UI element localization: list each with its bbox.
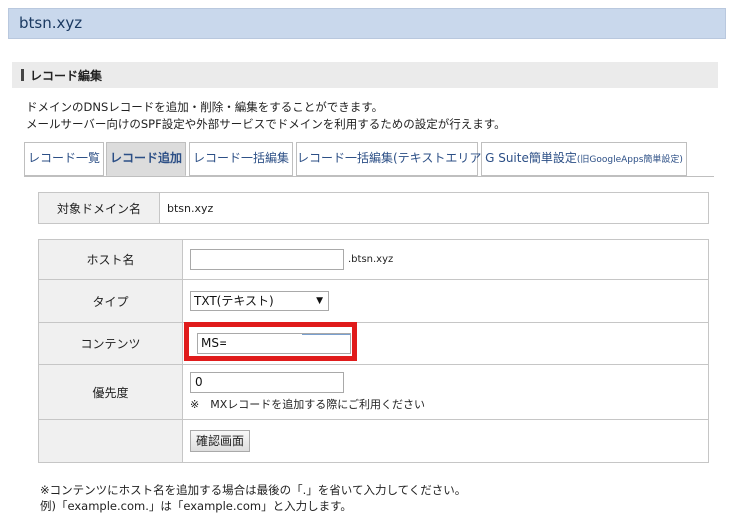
host-cell: .btsn.xyz [182, 239, 709, 280]
tab-gsuite-label: G Suite簡単設定 [485, 151, 577, 165]
record-tabs: レコード一覧 レコード追加 レコード一括編集 レコード一括編集(テキストエリア)… [24, 142, 714, 177]
content-redaction [226, 335, 302, 351]
dropdown-arrow-icon: ▼ [316, 296, 323, 306]
host-label: ホスト名 [38, 239, 183, 280]
target-domain-table: 対象ドメイン名 btsn.xyz [38, 192, 709, 224]
host-suffix: .btsn.xyz [348, 254, 394, 265]
host-input[interactable] [190, 249, 344, 270]
footer-note-1: ※コンテンツにホスト名を追加する場合は最後の「.」を省いて入力してください。 [40, 483, 467, 497]
tab-gsuite-sublabel: (旧GoogleApps簡単設定) [576, 155, 683, 165]
section-title: レコード編集 [30, 69, 103, 83]
priority-note: ※ MXレコードを追加する際にご利用ください [190, 398, 426, 411]
type-selected-value: TXT(テキスト) [194, 294, 274, 308]
content-focus-line [302, 333, 350, 335]
footer-note-2: 例)「example.com.」は「example.com」と入力します。 [40, 499, 352, 513]
confirm-label-cell [38, 419, 183, 463]
record-form-table: ホスト名 .btsn.xyz タイプ TXT(テキスト) ▼ コンテンツ MS= [38, 239, 709, 463]
type-select[interactable]: TXT(テキスト) ▼ [190, 291, 329, 311]
content-input[interactable]: MS= [197, 332, 351, 354]
content-input-value: MS= [201, 335, 230, 350]
confirm-button[interactable]: 確認画面 [190, 430, 251, 452]
tab-gsuite-setup[interactable]: G Suite簡単設定(旧GoogleApps簡単設定) [481, 142, 687, 176]
section-marker [21, 69, 24, 81]
confirm-cell: 確認画面 [182, 419, 709, 463]
content-cell: MS= [182, 321, 709, 365]
tab-record-bulk-edit-textarea[interactable]: レコード一括編集(テキストエリア) [296, 142, 486, 176]
target-domain-label: 対象ドメイン名 [38, 192, 160, 224]
priority-input[interactable]: 0 [190, 372, 344, 393]
target-domain-value: btsn.xyz [159, 192, 709, 224]
section-header: レコード編集 [12, 62, 718, 88]
domain-header: btsn.xyz [8, 8, 726, 39]
type-label: タイプ [38, 279, 183, 323]
priority-label: 優先度 [38, 364, 183, 420]
tab-record-bulk-edit[interactable]: レコード一括編集 [189, 142, 293, 176]
priority-cell: 0 ※ MXレコードを追加する際にご利用ください [182, 364, 709, 420]
description-line-1: ドメインのDNSレコードを追加・削除・編集をすることができます。 [26, 100, 384, 114]
domain-title: btsn.xyz [19, 14, 83, 32]
tab-record-list[interactable]: レコード一覧 [24, 142, 104, 176]
description-line-2: メールサーバー向けのSPF設定や外部サービスでドメインを利用するための設定が行え… [26, 117, 506, 131]
tab-record-add[interactable]: レコード追加 [106, 142, 186, 176]
type-cell: TXT(テキスト) ▼ [182, 279, 709, 323]
content-label: コンテンツ [38, 322, 183, 365]
